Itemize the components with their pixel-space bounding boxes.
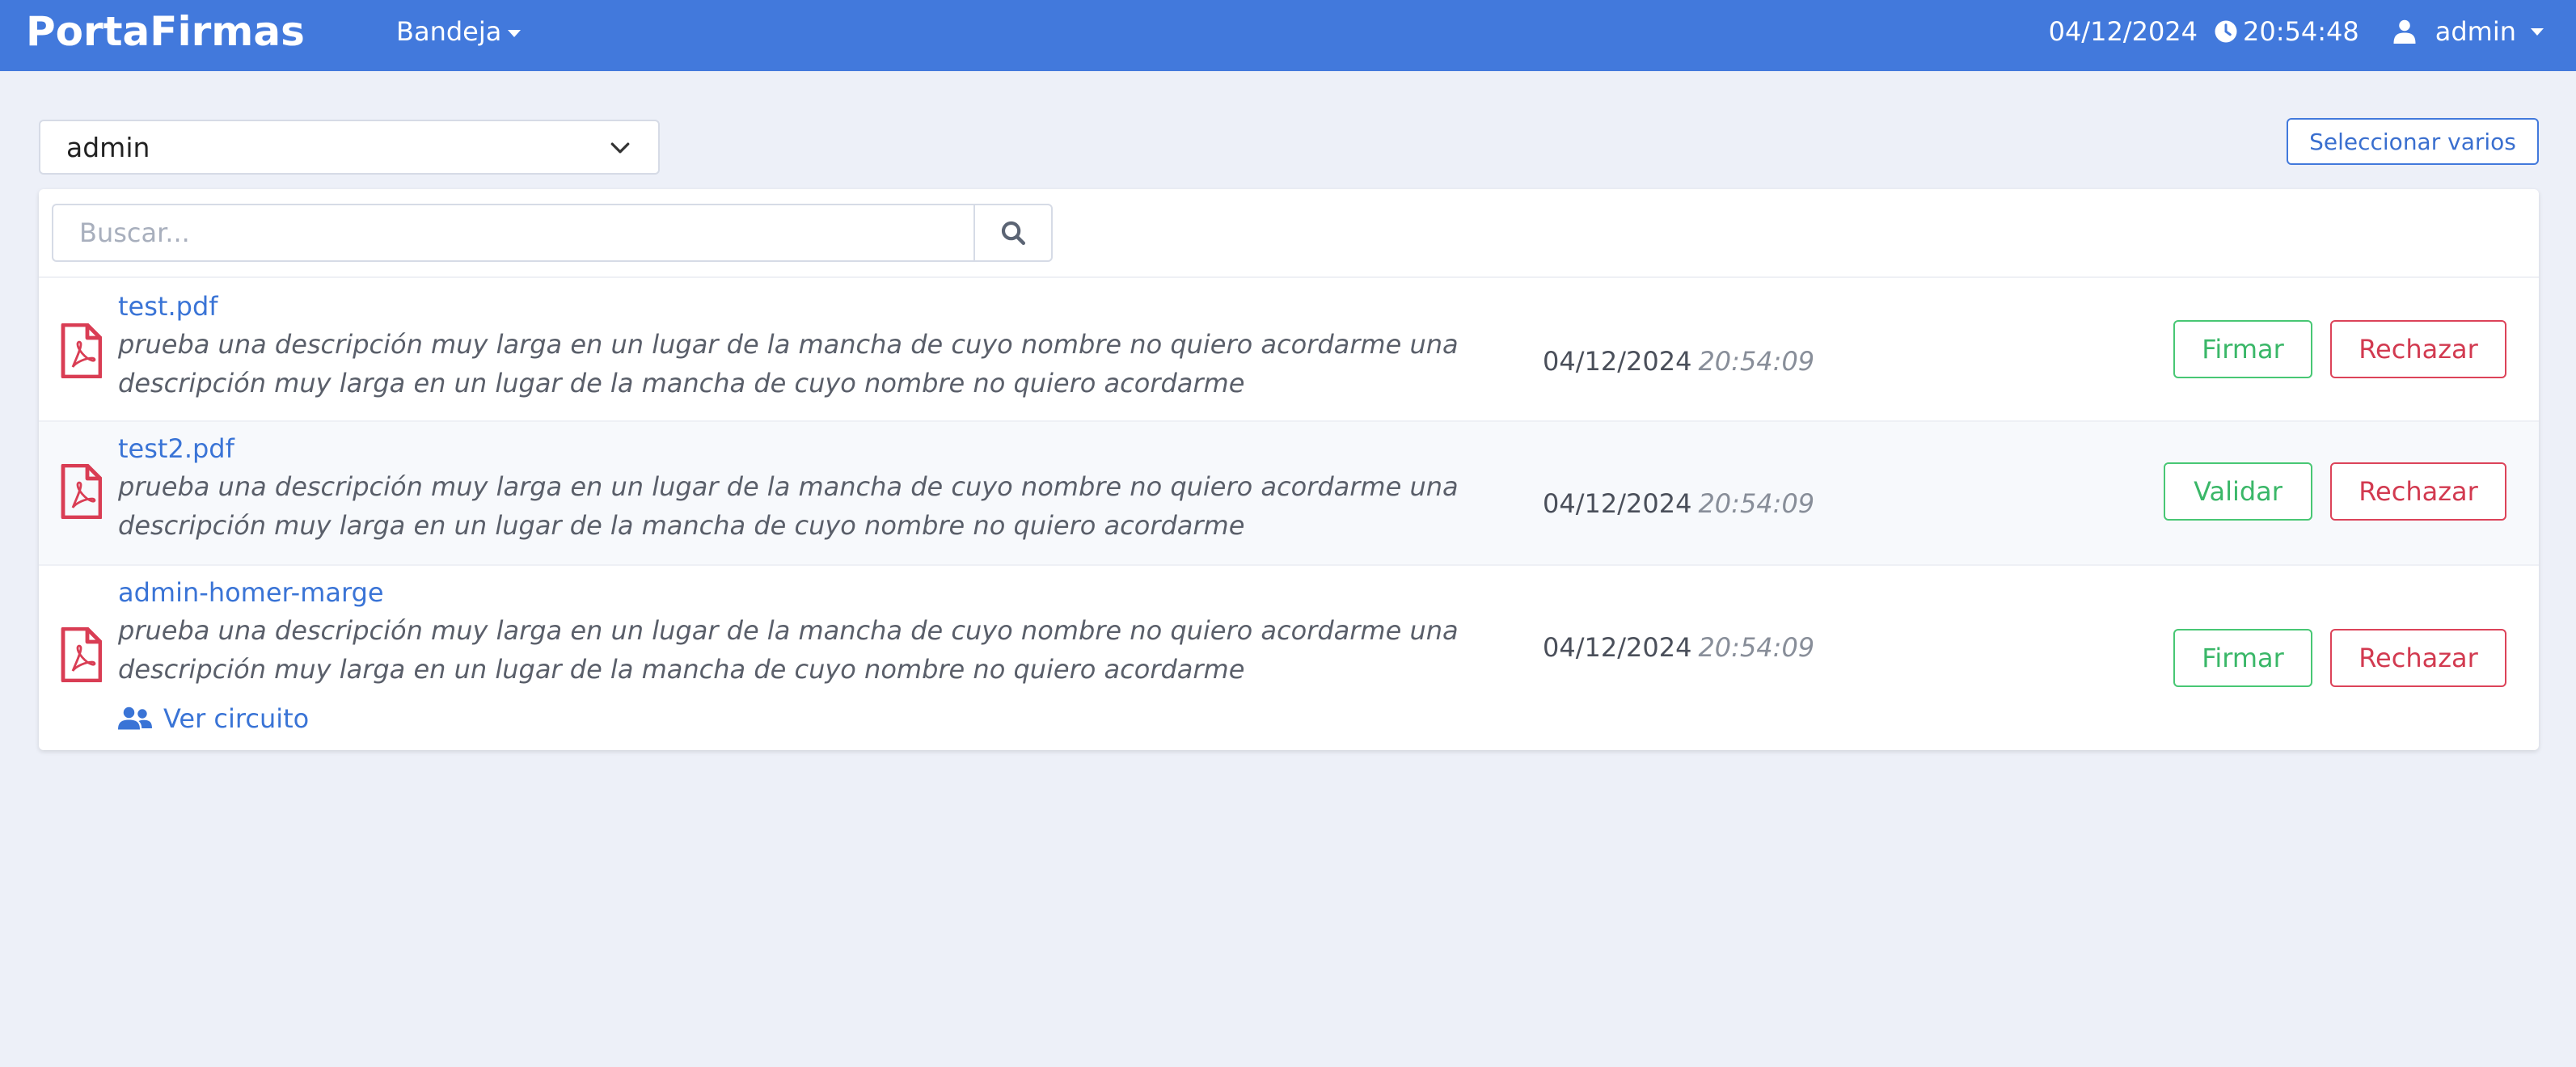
document-description: prueba una descripción muy larga en un l…: [118, 329, 1459, 399]
current-date: 04/12/2024: [2048, 16, 2198, 47]
reject-button[interactable]: Rechazar: [2330, 629, 2506, 687]
select-many-button[interactable]: Seleccionar varios: [2287, 118, 2539, 165]
document-row: test.pdf prueba una descripción muy larg…: [39, 276, 2539, 420]
document-row: admin-homer-marge prueba una descripción…: [39, 564, 2539, 750]
user-menu-label: admin: [2435, 16, 2516, 47]
reject-button[interactable]: Rechazar: [2330, 462, 2506, 521]
sign-button[interactable]: Firmar: [2173, 629, 2312, 687]
documents-card: test.pdf prueba una descripción muy larg…: [39, 189, 2539, 750]
user-select-value: admin: [66, 131, 150, 163]
nav-right-group: 04/12/2024 20:54:48 admin: [2049, 16, 2544, 47]
document-date-value: 04/12/2024: [1543, 488, 1692, 519]
current-time: 20:54:48: [2243, 16, 2359, 47]
view-circuit-link[interactable]: Ver circuito: [118, 703, 309, 734]
pdf-file-icon: [61, 323, 102, 378]
document-date-value: 04/12/2024: [1543, 632, 1692, 663]
search-input[interactable]: [52, 204, 973, 262]
users-icon: [118, 706, 152, 730]
pdf-file-icon: [61, 627, 102, 682]
user-icon: [2393, 19, 2416, 44]
document-description: prueba una descripción muy larga en un l…: [118, 615, 1459, 685]
document-title[interactable]: admin-homer-marge: [118, 577, 384, 608]
reject-button[interactable]: Rechazar: [2330, 320, 2506, 378]
search-button[interactable]: [973, 204, 1053, 262]
caret-down-icon: [508, 29, 522, 37]
top-navbar: PortaFirmas Bandeja 04/12/2024 20:54:48 …: [0, 0, 2576, 71]
document-title[interactable]: test2.pdf: [118, 433, 234, 464]
validate-button[interactable]: Validar: [2164, 462, 2312, 521]
search-bar: [52, 204, 1053, 262]
bandeja-menu[interactable]: Bandeja: [396, 16, 522, 47]
chevron-down-icon: [610, 142, 630, 154]
document-title[interactable]: test.pdf: [118, 291, 218, 322]
bandeja-menu-label: Bandeja: [396, 16, 502, 47]
document-date-value: 04/12/2024: [1543, 346, 1692, 377]
user-select[interactable]: admin: [39, 120, 660, 175]
document-date: 04/12/2024 20:54:09: [1543, 488, 1814, 519]
caret-down-icon: [2531, 27, 2544, 36]
search-icon: [1001, 221, 1026, 246]
user-menu[interactable]: admin: [2393, 16, 2544, 47]
view-circuit-label: Ver circuito: [163, 703, 310, 734]
sign-button[interactable]: Firmar: [2173, 320, 2312, 378]
document-description: prueba una descripción muy larga en un l…: [118, 471, 1459, 541]
app-brand[interactable]: PortaFirmas: [26, 8, 305, 55]
pdf-file-icon: [61, 464, 102, 519]
document-row: test2.pdf prueba una descripción muy lar…: [39, 420, 2539, 564]
document-time: 20:54:09: [1698, 488, 1815, 519]
document-time: 20:54:09: [1698, 632, 1815, 663]
document-date: 04/12/2024 20:54:09: [1543, 346, 1814, 377]
clock-icon: [2215, 20, 2237, 43]
document-date: 04/12/2024 20:54:09: [1543, 632, 1814, 663]
document-time: 20:54:09: [1698, 346, 1815, 377]
